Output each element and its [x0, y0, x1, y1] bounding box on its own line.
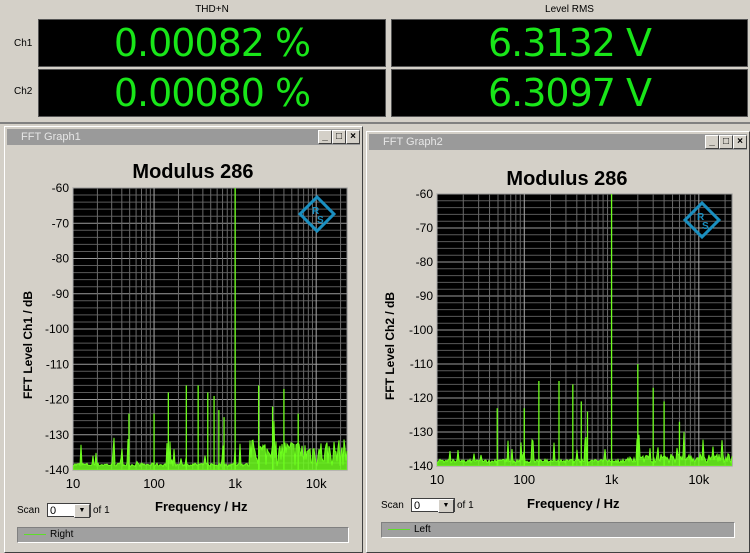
scan-select[interactable]: 0 ▼ — [411, 498, 455, 513]
y-tick-label: -90 — [52, 287, 70, 301]
title-bar[interactable]: FFT Graph2 _ □ × — [369, 134, 747, 150]
scan-label: Scan — [381, 500, 404, 511]
scan-value: 0 — [50, 505, 57, 517]
minimize-button[interactable]: _ — [705, 135, 719, 149]
scan-of-label: of 1 — [93, 505, 110, 516]
window-title: FFT Graph1 — [21, 131, 81, 143]
y-tick-label: -60 — [52, 181, 70, 195]
x-tick-label: 1k — [605, 472, 619, 487]
y-tick-label: -100 — [409, 323, 433, 337]
scan-label: Scan — [17, 505, 40, 516]
ch2-thd-display: 0.00080 % — [38, 69, 386, 117]
title-bar[interactable]: FFT Graph1 _ □ × — [7, 129, 360, 145]
y-tick-label: -90 — [416, 289, 434, 303]
y-tick-label: -110 — [46, 357, 69, 371]
meter-panel: THD+N Level RMS Ch1 Ch2 0.00082 % 6.3132… — [0, 0, 750, 124]
dropdown-arrow-icon[interactable]: ▼ — [438, 499, 454, 513]
ch1-level-display: 6.3132 V — [391, 19, 748, 67]
y-tick-label: -130 — [409, 425, 433, 439]
y-tick-label: -110 — [410, 357, 433, 371]
fft-plot: -60 -70 -80 -90 -100 -110 -120 -130 -14010 100 1k 1… — [45, 181, 348, 491]
svg-text:S: S — [702, 221, 709, 232]
fft-plot: -60 -70 -80 -90 -100 -110 -120 -130 -14010 100 1k 1… — [409, 187, 733, 487]
y-tick-label: -80 — [416, 255, 434, 269]
x-tick-label: 10 — [66, 476, 80, 491]
legend-label: Left — [414, 524, 431, 535]
y-tick-label: -130 — [45, 428, 69, 442]
x-tick-label: 10k — [688, 472, 709, 487]
x-tick-label: 1k — [228, 476, 242, 491]
scan-select[interactable]: 0 ▼ — [47, 503, 91, 518]
y-tick-label: -80 — [52, 252, 70, 266]
legend-line-icon — [388, 528, 410, 530]
ch1-label: Ch1 — [14, 38, 33, 49]
legend: Right — [17, 527, 349, 543]
y-tick-label: -140 — [45, 463, 69, 477]
svg-text:S: S — [317, 215, 324, 226]
scan-value: 0 — [414, 500, 421, 512]
close-button[interactable]: × — [346, 130, 360, 144]
close-button[interactable]: × — [733, 135, 747, 149]
x-tick-label: 100 — [143, 476, 165, 491]
dropdown-arrow-icon[interactable]: ▼ — [74, 504, 90, 518]
legend: Left — [381, 522, 735, 538]
legend-label: Right — [50, 529, 74, 540]
legend-line-icon — [24, 533, 46, 535]
y-tick-label: -100 — [45, 322, 69, 336]
y-tick-label: -120 — [45, 393, 69, 407]
ch2-label: Ch2 — [14, 86, 33, 97]
ch2-level-display: 6.3097 V — [391, 69, 748, 117]
fft-graph2-window: FFT Graph2 _ □ × Modulus 286 FFT Level C… — [366, 131, 750, 553]
y-tick-label: -60 — [416, 187, 434, 201]
y-tick-label: -120 — [409, 391, 433, 405]
x-tick-label: 100 — [513, 472, 535, 487]
x-axis-label: Frequency / Hz — [527, 496, 620, 511]
x-axis-label: Frequency / Hz — [155, 499, 248, 514]
y-tick-label: -70 — [416, 221, 434, 235]
maximize-button[interactable]: □ — [719, 135, 733, 149]
ch1-thd-display: 0.00082 % — [38, 19, 386, 67]
maximize-button[interactable]: □ — [332, 130, 346, 144]
thd-header: THD+N — [195, 4, 229, 15]
scan-of-label: of 1 — [457, 500, 474, 511]
level-header: Level RMS — [545, 4, 594, 15]
x-tick-label: 10 — [430, 472, 444, 487]
y-tick-label: -140 — [409, 459, 433, 473]
minimize-button[interactable]: _ — [318, 130, 332, 144]
fft-graph1-window: FFT Graph1 _ □ × Modulus 286 FFT Level C… — [4, 126, 363, 553]
y-tick-label: -70 — [52, 216, 70, 230]
window-title: FFT Graph2 — [383, 136, 443, 148]
x-tick-label: 10k — [306, 476, 327, 491]
